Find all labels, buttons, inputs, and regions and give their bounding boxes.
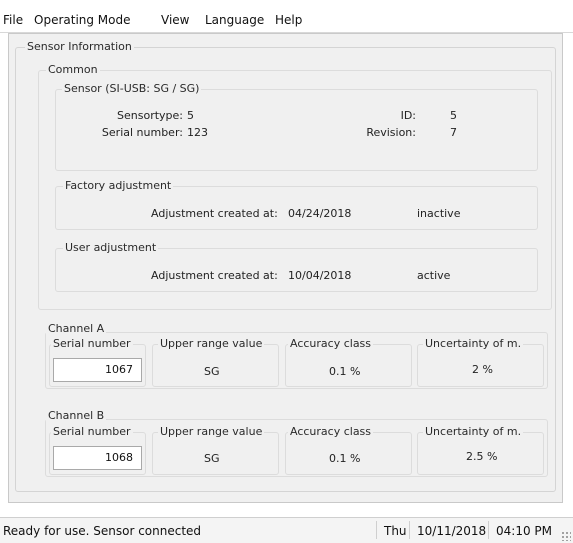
- revision-label: Revision:: [366, 126, 416, 139]
- user-created-label: Adjustment created at:: [151, 269, 278, 282]
- id-value: 5: [450, 109, 457, 122]
- channel-b-upper-label: Upper range value: [158, 425, 265, 438]
- user-status: active: [417, 269, 451, 282]
- factory-created-date: 04/24/2018: [288, 207, 352, 220]
- channel-b-serial-input[interactable]: 1068: [53, 446, 142, 470]
- channel-b-serial-label: Serial number: [51, 425, 133, 438]
- factory-status: inactive: [417, 207, 461, 220]
- factory-adjustment-title: Factory adjustment: [63, 179, 174, 192]
- channel-a-accuracy-label: Accuracy class: [288, 337, 374, 350]
- sensortype-value: 5: [187, 109, 194, 122]
- sensor-title: Sensor (SI-USB: SG / SG): [62, 82, 202, 95]
- user-created-date: 10/04/2018: [288, 269, 352, 282]
- factory-created-label: Adjustment created at:: [151, 207, 278, 220]
- channel-b-accuracy-label: Accuracy class: [288, 425, 374, 438]
- user-adjustment-title: User adjustment: [63, 241, 159, 254]
- status-separator: [488, 521, 489, 539]
- status-bar: Ready for use. Sensor connected Thu 10/1…: [0, 517, 573, 543]
- channel-a-title: Channel A: [46, 322, 107, 335]
- channel-a-upper-label: Upper range value: [158, 337, 265, 350]
- channel-a-accuracy-value: 0.1 %: [329, 365, 361, 378]
- status-day: Thu: [384, 524, 407, 538]
- resize-grip-icon[interactable]: [561, 531, 571, 541]
- status-date: 10/11/2018: [417, 524, 487, 538]
- menu-language[interactable]: Language: [205, 13, 264, 27]
- channel-b-uncertainty-label: Uncertainty of m.: [423, 425, 524, 438]
- window-client: Sensor Information Common Sensor (SI-USB…: [8, 33, 563, 503]
- menu-operating-mode[interactable]: Operating Mode: [34, 13, 131, 27]
- channel-b-uncertainty-value: 2.5 %: [466, 450, 498, 463]
- sensortype-label: Sensortype:: [117, 109, 183, 122]
- menu-bar: File Operating Mode View Language Help: [0, 8, 573, 33]
- sensor-information-title: Sensor Information: [25, 40, 134, 53]
- status-separator: [409, 521, 410, 539]
- channel-b-upper-value: SG: [204, 452, 220, 465]
- channel-a-serial-label: Serial number: [51, 337, 133, 350]
- status-separator: [376, 521, 377, 539]
- channel-a-uncertainty-value: 2 %: [472, 363, 493, 376]
- revision-value: 7: [450, 126, 457, 139]
- serial-number-label: Serial number:: [101, 126, 183, 139]
- channel-a-upper-value: SG: [204, 365, 220, 378]
- menu-view[interactable]: View: [161, 13, 189, 27]
- status-time: 04:10 PM: [496, 524, 552, 538]
- serial-number-value: 123: [187, 126, 208, 139]
- channel-a-serial-input[interactable]: 1067: [53, 358, 142, 382]
- menu-help[interactable]: Help: [275, 13, 302, 27]
- channel-b-title: Channel B: [46, 409, 107, 422]
- common-title: Common: [46, 63, 100, 76]
- menu-file[interactable]: File: [3, 13, 23, 27]
- channel-a-uncertainty-label: Uncertainty of m.: [423, 337, 524, 350]
- status-message: Ready for use. Sensor connected: [3, 524, 202, 538]
- channel-b-accuracy-value: 0.1 %: [329, 452, 361, 465]
- id-label: ID:: [400, 109, 416, 122]
